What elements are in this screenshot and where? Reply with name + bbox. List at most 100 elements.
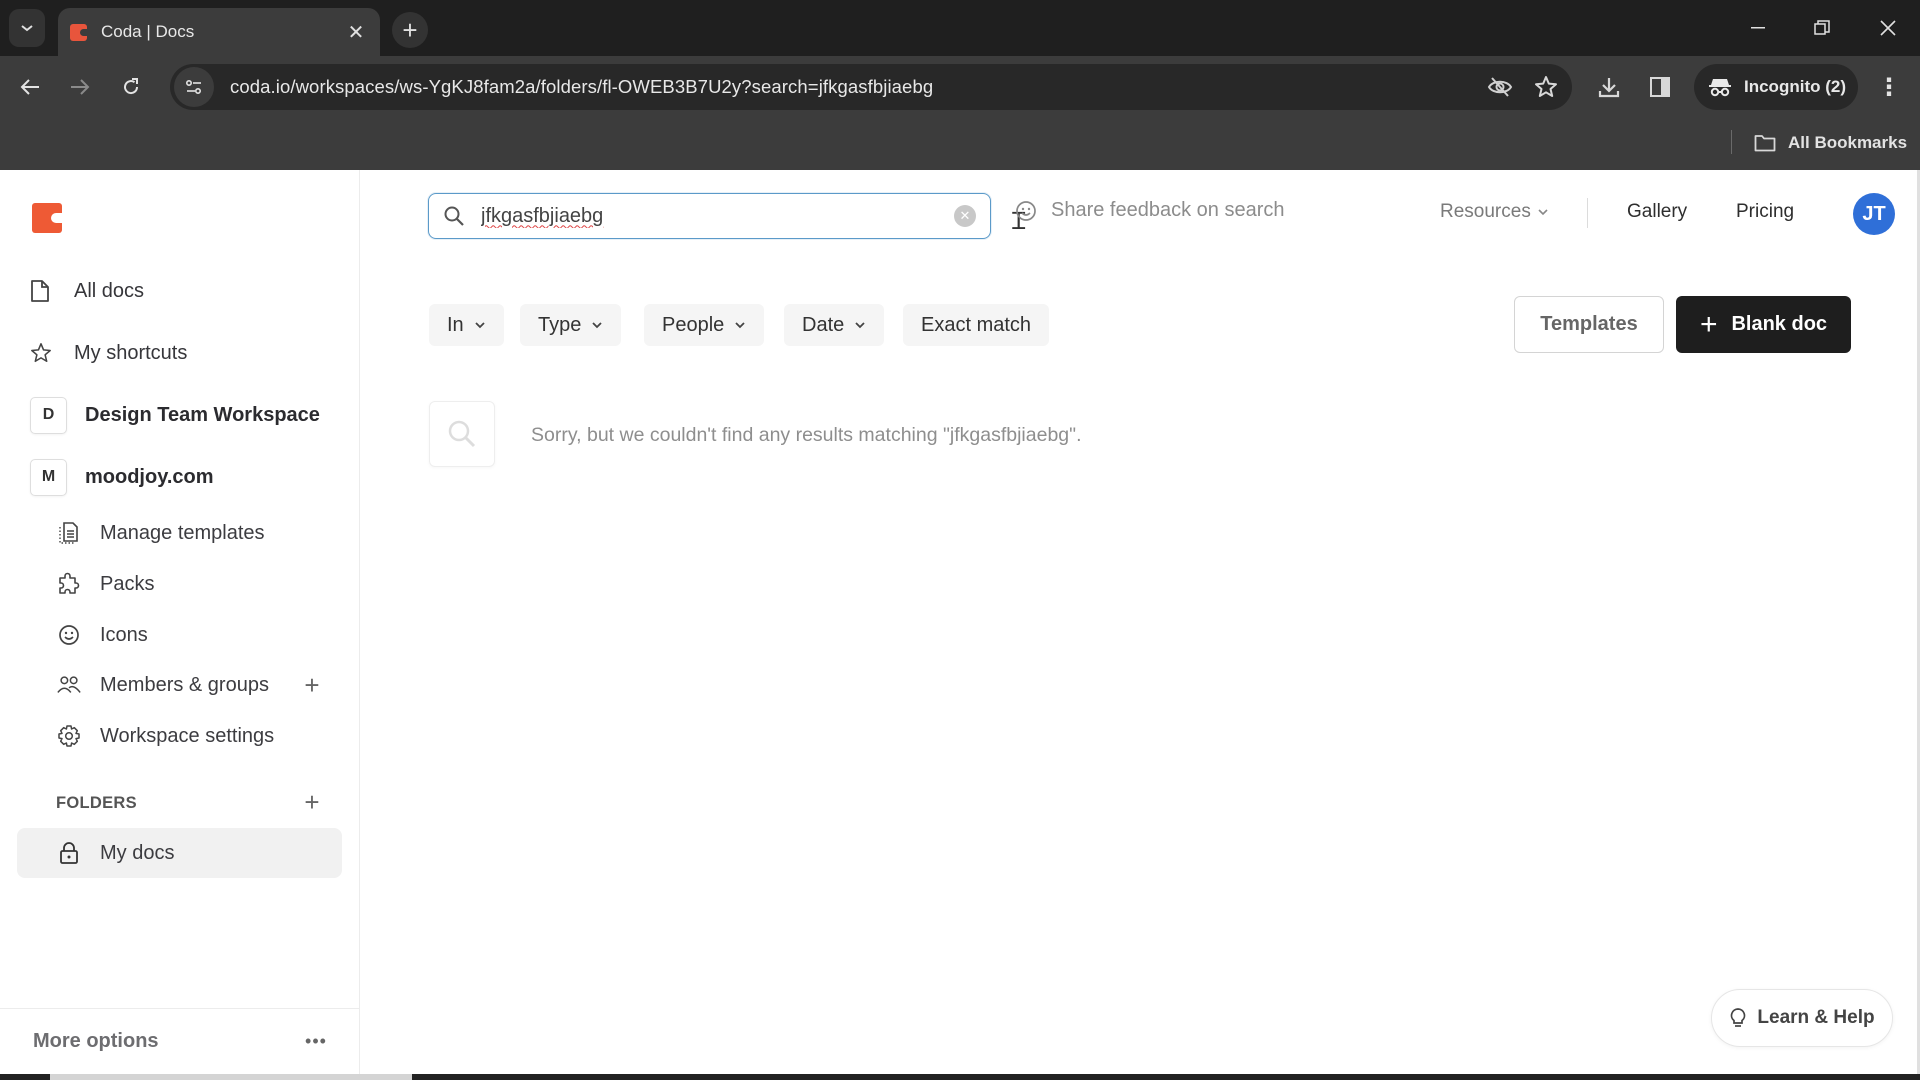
browser-menu-button[interactable]: ⋮	[1870, 68, 1908, 106]
plus-icon: +	[1699, 307, 1718, 341]
back-button[interactable]	[11, 68, 49, 106]
minimize-icon[interactable]	[1738, 10, 1778, 46]
filter-in-dropdown[interactable]: In	[429, 304, 504, 346]
filter-exact-match-toggle[interactable]: Exact match	[903, 304, 1050, 346]
share-feedback-link[interactable]: Share feedback on search	[1015, 199, 1285, 222]
chevron-down-icon	[474, 321, 486, 329]
chevron-down-icon	[854, 321, 866, 329]
star-icon	[1535, 76, 1557, 97]
more-options-button[interactable]: More options	[33, 1030, 296, 1053]
sidebar: All docs My shortcuts D Design Team Work…	[0, 170, 360, 1074]
url-text[interactable]: coda.io/workspaces/ws-YgKJ8fam2a/folders…	[230, 76, 1480, 98]
sidebar-item-workspace-settings[interactable]: Workspace settings	[56, 716, 274, 756]
chevron-down-icon	[21, 25, 33, 32]
restore-icon[interactable]	[1802, 10, 1842, 46]
more-options-dots-icon[interactable]: •••	[296, 1027, 336, 1057]
sidebar-item-label: Members & groups	[100, 673, 269, 696]
pricing-link[interactable]: Pricing	[1736, 201, 1794, 223]
lock-icon	[56, 841, 82, 865]
side-panel-icon	[1650, 77, 1670, 97]
incognito-icon	[1709, 79, 1731, 97]
sidebar-item-label: Manage templates	[100, 521, 265, 544]
tab-title: Coda | Docs	[101, 22, 195, 41]
add-folder-button[interactable]: +	[298, 787, 326, 817]
resources-dropdown[interactable]: Resources	[1440, 201, 1549, 223]
workspace-label: Design Team Workspace	[85, 403, 320, 426]
blank-doc-button[interactable]: + Blank doc	[1676, 296, 1851, 353]
filter-label: Date	[802, 313, 845, 336]
learn-help-label: Learn & Help	[1757, 1007, 1875, 1028]
eye-off-icon	[1487, 77, 1513, 97]
tune-icon	[185, 79, 202, 95]
sidebar-item-manage-templates[interactable]: Manage templates	[56, 513, 265, 553]
gallery-link[interactable]: Gallery	[1627, 201, 1687, 223]
chevron-down-icon	[734, 321, 746, 329]
sidebar-item-my-shortcuts[interactable]: My shortcuts	[30, 333, 187, 373]
sidebar-footer: More options •••	[0, 1008, 360, 1074]
sidebar-item-packs[interactable]: Packs	[56, 564, 154, 604]
tab-close-icon[interactable]: ✕	[346, 20, 366, 45]
sidebar-item-icons[interactable]: Icons	[56, 615, 148, 655]
folders-heading: FOLDERS	[56, 794, 137, 812]
chevron-down-icon	[591, 321, 603, 329]
bookmarks-bar: All Bookmarks	[0, 118, 1920, 170]
filter-type-dropdown[interactable]: Type	[520, 304, 622, 346]
download-icon	[1598, 78, 1620, 98]
search-icon	[444, 206, 464, 226]
workspace-badge: D	[30, 396, 67, 434]
search-field[interactable]: ✕ Ɪ	[428, 193, 1025, 239]
coda-favicon-icon	[70, 23, 87, 41]
templates-button[interactable]: Templates	[1514, 296, 1664, 353]
user-avatar[interactable]: JT	[1853, 193, 1895, 235]
workspace-badge: M	[30, 458, 67, 496]
template-icon	[56, 520, 82, 546]
downloads-button[interactable]	[1590, 68, 1628, 106]
side-panel-button[interactable]	[1641, 68, 1679, 106]
browser-tab-active[interactable]: Coda | Docs ✕	[58, 8, 380, 56]
sidebar-folder-my-docs[interactable]: My docs	[17, 828, 342, 878]
sidebar-item-all-docs[interactable]: All docs	[30, 271, 144, 311]
site-info-button[interactable]	[174, 67, 214, 107]
incognito-label: Incognito (2)	[1744, 77, 1846, 96]
address-bar[interactable]: coda.io/workspaces/ws-YgKJ8fam2a/folders…	[170, 64, 1572, 110]
incognito-profile-button[interactable]: Incognito (2)	[1694, 64, 1858, 110]
all-bookmarks-button[interactable]: All Bookmarks	[1754, 128, 1907, 158]
new-tab-button[interactable]: +	[392, 12, 428, 48]
sidebar-workspace-moodjoy[interactable]: M moodjoy.com	[30, 457, 214, 497]
add-member-button[interactable]: +	[298, 670, 326, 700]
tracking-protection-button[interactable]	[1480, 67, 1520, 107]
workspace-label: moodjoy.com	[85, 465, 214, 488]
sidebar-workspace-design-team[interactable]: D Design Team Workspace	[30, 395, 320, 435]
forward-button[interactable]	[61, 68, 99, 106]
document-icon	[30, 276, 64, 306]
filter-label: People	[662, 313, 725, 336]
horizontal-scrollbar-thumb[interactable]	[50, 1074, 412, 1080]
bookmark-star-button[interactable]	[1526, 67, 1566, 107]
sidebar-item-label: My shortcuts	[74, 341, 188, 364]
clear-search-icon[interactable]: ✕	[954, 205, 976, 227]
learn-help-button[interactable]: Learn & Help	[1711, 989, 1893, 1047]
sidebar-item-members-groups[interactable]: Members & groups	[56, 665, 269, 705]
sidebar-item-label: All docs	[74, 279, 145, 302]
window-close-icon[interactable]	[1868, 10, 1908, 46]
main-content: ✕ Ɪ Share feedback on search Resources G…	[361, 170, 1920, 1074]
coda-logo[interactable]	[32, 203, 62, 233]
filter-label: Type	[538, 313, 582, 336]
arrow-left-icon	[20, 79, 39, 95]
star-icon	[30, 338, 64, 368]
resources-label: Resources	[1440, 201, 1531, 222]
tab-search-button[interactable]	[9, 9, 45, 47]
coda-page: All docs My shortcuts D Design Team Work…	[0, 170, 1920, 1074]
minimize-glyph	[1751, 27, 1765, 29]
blank-doc-label: Blank doc	[1731, 313, 1828, 335]
horizontal-scrollbar[interactable]	[0, 1074, 1920, 1080]
reload-button[interactable]	[112, 68, 150, 106]
arrow-right-icon	[71, 79, 90, 95]
puzzle-icon	[56, 571, 82, 597]
chevron-down-icon	[1538, 209, 1548, 216]
filter-people-dropdown[interactable]: People	[644, 304, 765, 346]
filter-date-dropdown[interactable]: Date	[784, 304, 885, 346]
search-input[interactable]	[481, 204, 954, 228]
sidebar-item-label: Workspace settings	[100, 724, 275, 747]
filter-label: In	[447, 313, 464, 336]
